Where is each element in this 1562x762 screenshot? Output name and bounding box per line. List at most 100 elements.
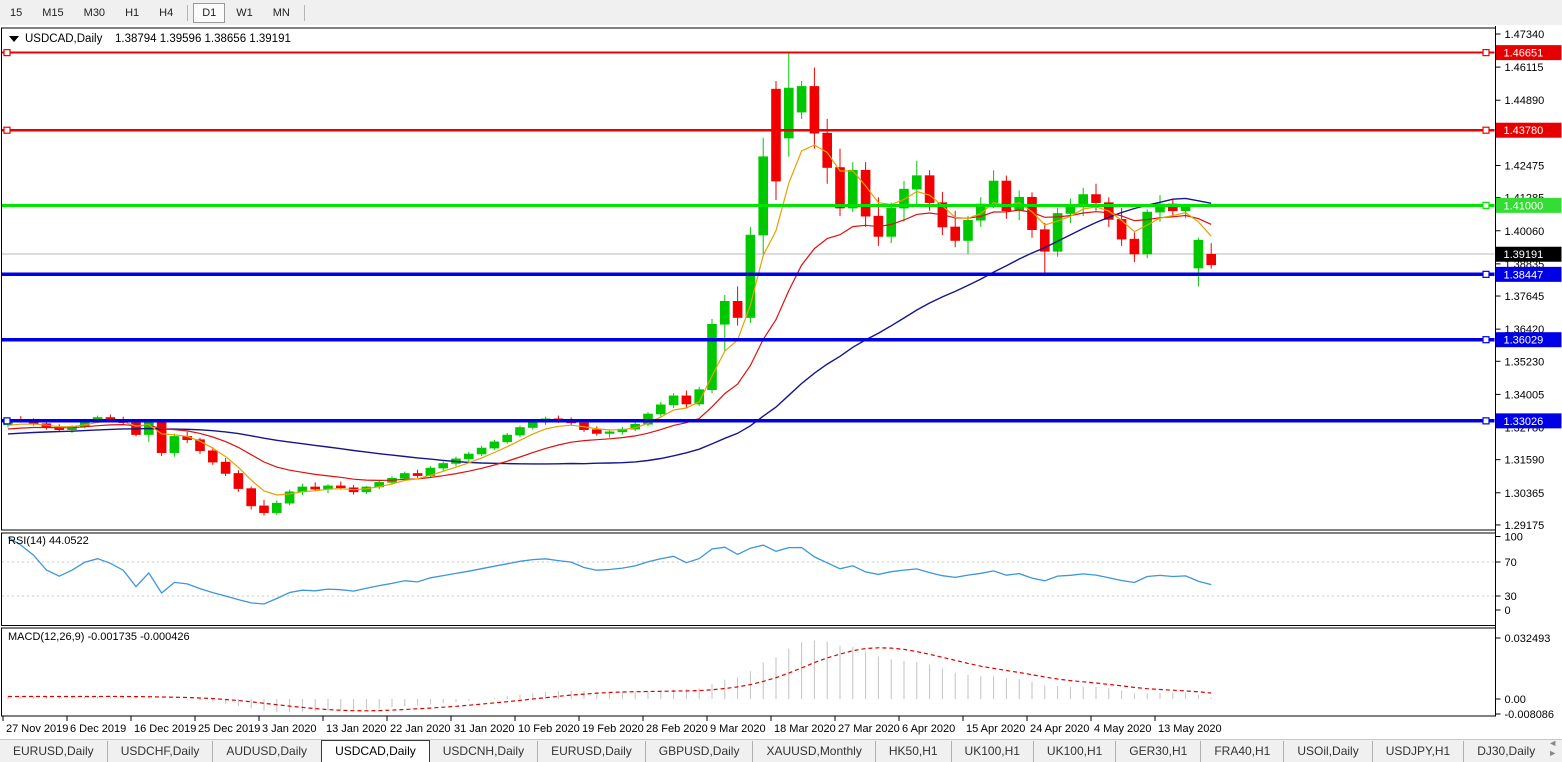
timeframe-button-h4[interactable]: H4 [150, 3, 182, 23]
timeframe-toolbar: 15M15M30H1H4 D1W1MN [0, 0, 1562, 25]
price-badge-label: 1.36029 [1504, 335, 1544, 347]
candle-body [272, 503, 281, 512]
candle-body [951, 227, 960, 241]
symbol-tab-usdcad-3[interactable]: USDCAD,Daily [321, 740, 430, 762]
candle-body [490, 442, 499, 448]
timeframe-button-w1[interactable]: W1 [227, 3, 262, 23]
price-tick-label: 1.42475 [1505, 160, 1545, 172]
hline-handle[interactable] [1483, 418, 1489, 424]
symbol-tab-dj30-15[interactable]: DJ30,Daily [1463, 741, 1548, 762]
symbol-tab-uk100-10[interactable]: UK100,H1 [1033, 741, 1115, 762]
candle-body [170, 436, 179, 452]
candle-body [157, 422, 166, 453]
candle-body [656, 405, 665, 414]
price-tick-label: 1.40060 [1505, 226, 1545, 238]
candle-body [221, 462, 230, 473]
price-tick-label: 1.37645 [1505, 291, 1545, 303]
symbol-tab-eurusd-5[interactable]: EURUSD,Daily [537, 741, 645, 762]
date-tick-label: 28 Feb 2020 [646, 723, 708, 735]
price-badge-label: 1.38447 [1504, 269, 1544, 281]
symbol-tab-usoil-13[interactable]: USOil,Daily [1283, 741, 1371, 762]
symbol-tab-eurusd-0[interactable]: EURUSD,Daily [0, 741, 107, 762]
date-tick-label: 9 Mar 2020 [710, 723, 766, 735]
symbol-tab-hk50-8[interactable]: HK50,H1 [875, 741, 951, 762]
chart-window: 1.473401.461151.448901.424751.412851.400… [0, 26, 1562, 740]
timeframe-button-d1[interactable]: D1 [193, 3, 225, 23]
candle-body [439, 463, 448, 468]
candle-body [1181, 207, 1190, 211]
hline-handle[interactable] [1483, 271, 1489, 277]
candle-body [413, 473, 422, 475]
symbol-tab-uk100-9[interactable]: UK100,H1 [951, 741, 1033, 762]
symbol-tab-xauusd-7[interactable]: XAUUSD,Monthly [752, 741, 874, 762]
hline-handle[interactable] [1483, 50, 1489, 56]
chart-canvas[interactable]: 1.473401.461151.448901.424751.412851.400… [0, 26, 1562, 740]
macd-pane[interactable] [8, 640, 1211, 711]
symbol-tab-ger30-11[interactable]: GER30,H1 [1115, 741, 1200, 762]
price-tick-label: 1.30365 [1505, 488, 1545, 500]
candle-body [1207, 254, 1216, 265]
rsi-pane[interactable] [2, 537, 1495, 604]
toolbar-separator [187, 5, 188, 21]
date-tick-label: 6 Apr 2020 [902, 723, 955, 735]
hline-handle[interactable] [4, 50, 10, 56]
date-tick-label: 13 Jan 2020 [326, 723, 387, 735]
terminal-window: 15M15M30H1H4D1W1MN 1.473401.461151.44890… [0, 0, 1562, 762]
symbol-dropdown-icon[interactable] [9, 36, 19, 42]
tab-scroll-arrows[interactable]: ◄ ► [1548, 738, 1562, 762]
hline-handle[interactable] [1483, 127, 1489, 133]
date-tick-label: 25 Dec 2019 [198, 723, 260, 735]
candle-body [400, 473, 409, 478]
candle-body [592, 430, 601, 434]
macd-scale-label: -0.008086 [1505, 709, 1555, 721]
candle-body [861, 170, 870, 216]
date-tick-label: 15 Apr 2020 [966, 723, 1025, 735]
symbol-tab-usdjpy-14[interactable]: USDJPY,H1 [1372, 741, 1463, 762]
price-tick-label: 1.47340 [1505, 29, 1545, 41]
candle-body [1143, 212, 1152, 254]
candle-body [1194, 240, 1203, 268]
candle-body [247, 489, 256, 506]
hline-handle[interactable] [1483, 202, 1489, 208]
price-tick-label: 1.35230 [1505, 356, 1545, 368]
symbol-tab-audusd-2[interactable]: AUDUSD,Daily [212, 741, 320, 762]
main-price-pane[interactable] [2, 50, 1495, 516]
date-tick-label: 10 Feb 2020 [518, 723, 580, 735]
timeframe-button-15[interactable]: 15 [1, 3, 31, 23]
candle-body [733, 301, 742, 317]
candle-body [1066, 207, 1075, 214]
macd-label: MACD(12,26,9) -0.001735 -0.000426 [8, 631, 190, 643]
hline-handle[interactable] [4, 418, 10, 424]
price-tick-label: 1.46115 [1505, 62, 1544, 74]
candle-body [720, 301, 729, 324]
hline-handle[interactable] [1483, 337, 1489, 343]
candle-body [797, 86, 806, 112]
symbol-tab-usdcnh-4[interactable]: USDCNH,Daily [430, 741, 537, 762]
axes[interactable]: 1.473401.461151.448901.424751.412851.400… [3, 29, 1562, 735]
timeframe-button-m30[interactable]: M30 [75, 3, 114, 23]
timeframe-button-m15[interactable]: M15 [33, 3, 72, 23]
symbol-tab-gbpusd-6[interactable]: GBPUSD,Daily [645, 741, 753, 762]
candle-body [772, 89, 781, 181]
timeframe-button-h1[interactable]: H1 [116, 3, 148, 23]
candle-body [208, 451, 217, 462]
timeframe-button-mn[interactable]: MN [264, 3, 299, 23]
macd-scale-label: 0.00 [1505, 694, 1526, 706]
date-tick-label: 27 Nov 2019 [6, 723, 68, 735]
date-tick-label: 22 Jan 2020 [390, 723, 451, 735]
toolbar-separator [304, 5, 305, 21]
candle-body [106, 418, 115, 420]
symbol-tab-bar: EURUSD,DailyUSDCHF,DailyAUDUSD,DailyUSDC… [0, 739, 1562, 762]
pane-border [2, 533, 1496, 626]
price-badge-label: 1.39191 [1504, 249, 1544, 261]
candle-body [912, 176, 921, 190]
symbol-tab-fra40-12[interactable]: FRA40,H1 [1200, 741, 1283, 762]
candle-body [336, 486, 345, 488]
date-tick-label: 19 Feb 2020 [582, 723, 644, 735]
candle-body [234, 473, 243, 488]
symbol-tab-usdchf-1[interactable]: USDCHF,Daily [107, 741, 213, 762]
hline-handle[interactable] [4, 127, 10, 133]
price-badge-label: 1.33026 [1504, 416, 1544, 428]
rsi-label: RSI(14) 44.0522 [8, 535, 89, 547]
rsi-scale-label: 30 [1505, 591, 1517, 603]
